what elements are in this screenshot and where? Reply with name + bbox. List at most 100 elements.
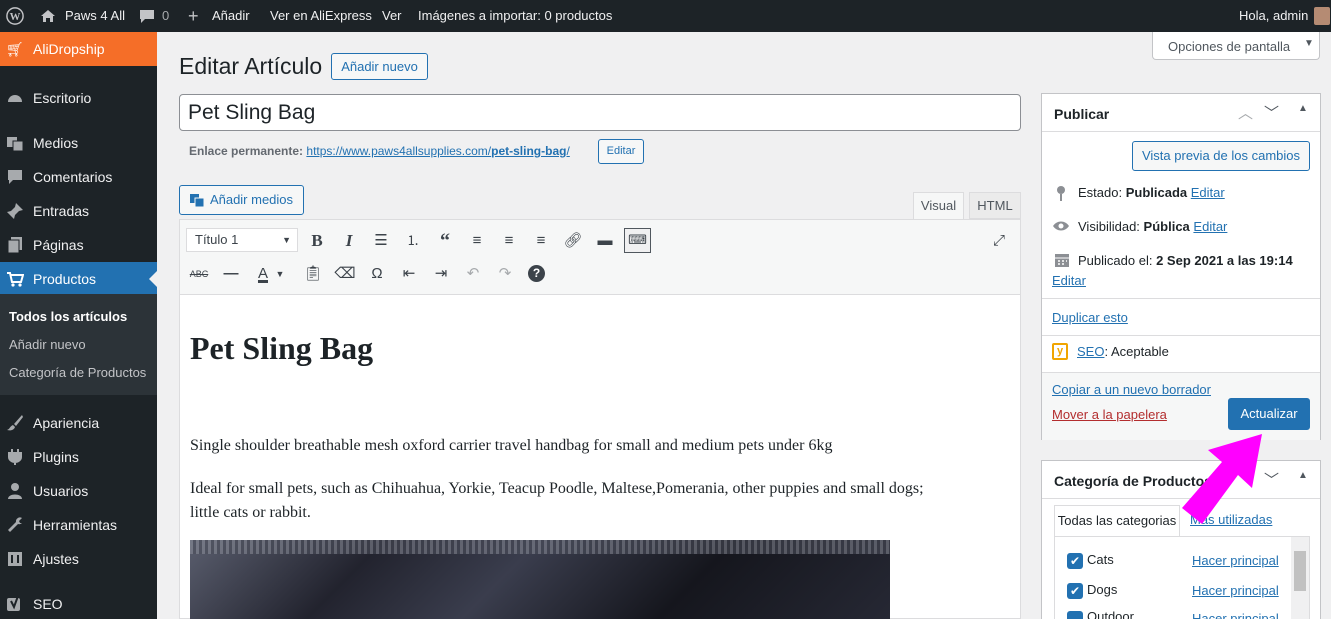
- undo-icon[interactable]: ↶: [462, 263, 484, 285]
- sidebar-item-label: Apariencia: [33, 415, 100, 431]
- copy-draft-link[interactable]: Copiar a un nuevo borrador: [1052, 382, 1211, 397]
- seo-row: SEO: Aceptable: [1077, 344, 1169, 359]
- status-value: Publicada: [1125, 185, 1188, 200]
- sidebar-item-usuarios[interactable]: Usuarios: [0, 474, 157, 508]
- add-new-button[interactable]: Añadir nuevo: [331, 53, 428, 80]
- permalink-end: /: [566, 144, 570, 158]
- sidebar-item-entradas[interactable]: Entradas: [0, 194, 157, 228]
- special-character-icon[interactable]: Ω: [366, 263, 388, 285]
- settings-icon: [8, 552, 22, 566]
- duplicate-link[interactable]: Duplicar esto: [1052, 310, 1128, 325]
- sidebar-item-label: Entradas: [33, 203, 90, 219]
- seo-link[interactable]: SEO: [1077, 344, 1104, 359]
- site-name-link[interactable]: Paws 4 All: [65, 0, 125, 32]
- dogs-checkbox[interactable]: ✔: [1067, 583, 1083, 599]
- make-primary-link[interactable]: Hacer principal: [1192, 611, 1279, 619]
- comment-icon[interactable]: [139, 9, 155, 24]
- submenu-item-all-articles[interactable]: Todos los artículos: [9, 309, 127, 324]
- sidebar-item-plugins[interactable]: Plugins: [0, 440, 157, 474]
- submenu-item-product-category[interactable]: Categoría de Productos: [9, 365, 146, 380]
- bullet-list-icon[interactable]: ☰: [370, 230, 392, 252]
- collapse-icon[interactable]: ▲: [1298, 103, 1308, 114]
- comments-count[interactable]: 0: [162, 0, 169, 32]
- avatar[interactable]: [1314, 7, 1330, 25]
- product-image[interactable]: [190, 540, 890, 619]
- move-up-icon[interactable]: ︿: [1238, 102, 1253, 123]
- wrench-icon: [8, 517, 22, 532]
- italic-icon[interactable]: I: [338, 230, 360, 252]
- tab-all-categories[interactable]: Todas las categorias: [1054, 505, 1180, 537]
- view-aliexpress-link[interactable]: Ver en AliExpress: [270, 0, 372, 32]
- numbered-list-icon[interactable]: ⒈: [402, 230, 424, 252]
- cats-checkbox[interactable]: ✔: [1067, 553, 1083, 569]
- sidebar-item-label: Plugins: [33, 449, 79, 465]
- add-media-icon: [190, 194, 205, 208]
- horizontal-line-icon[interactable]: —: [220, 263, 242, 285]
- edit-date-link[interactable]: Editar: [1052, 273, 1086, 288]
- permalink-row: Enlace permanente: https://www.paws4alls…: [189, 144, 570, 158]
- collapse-icon[interactable]: ▲: [1298, 470, 1308, 481]
- wordpress-logo-icon[interactable]: W: [6, 7, 24, 25]
- permalink-base: https://www.paws4allsupplies.com/: [306, 144, 492, 158]
- clear-formatting-icon[interactable]: ⌫: [334, 263, 356, 285]
- preview-changes-button[interactable]: Vista previa de los cambios: [1132, 141, 1310, 171]
- align-right-icon[interactable]: ≡: [530, 230, 552, 252]
- scrollbar[interactable]: [1291, 537, 1309, 619]
- trash-link[interactable]: Mover a la papelera: [1052, 407, 1167, 422]
- format-select[interactable]: Título 1 ▼: [186, 228, 298, 252]
- sidebar-item-apariencia[interactable]: Apariencia: [0, 406, 157, 440]
- move-down-icon[interactable]: ﹀: [1264, 102, 1279, 123]
- edit-visibility-link[interactable]: Editar: [1193, 219, 1227, 234]
- publish-box: Publicar ︿ ﹀ ▲ Vista previa de los cambi…: [1041, 93, 1321, 440]
- caret-down-icon: ▼: [282, 235, 291, 245]
- sidebar-item-label: Páginas: [33, 237, 84, 253]
- permalink-link[interactable]: https://www.paws4allsupplies.com/pet-sli…: [306, 144, 569, 158]
- outdoor-checkbox[interactable]: [1067, 611, 1083, 619]
- add-new-menu[interactable]: Añadir: [212, 0, 250, 32]
- add-media-button[interactable]: Añadir medios: [179, 185, 304, 215]
- greeting[interactable]: Hola, admin: [1239, 0, 1308, 32]
- screen-options-button[interactable]: Opciones de pantalla ▼: [1152, 32, 1320, 60]
- align-left-icon[interactable]: ≡: [466, 230, 488, 252]
- caret-down-icon[interactable]: ▼: [274, 263, 286, 285]
- sidebar-item-productos[interactable]: Productos: [0, 262, 157, 296]
- post-title-input[interactable]: [179, 94, 1021, 131]
- sidebar-item-escritorio[interactable]: Escritorio: [0, 81, 157, 115]
- tab-visual[interactable]: Visual: [913, 192, 964, 220]
- sidebar-item-herramientas[interactable]: Herramientas: [0, 508, 157, 542]
- cart-icon: 🛒︎: [6, 41, 24, 57]
- read-more-icon[interactable]: ▬: [594, 230, 616, 252]
- sidebar-item-medios[interactable]: Medios: [0, 126, 157, 160]
- edit-permalink-button[interactable]: Editar: [598, 139, 644, 164]
- indent-icon[interactable]: ⇥: [430, 263, 452, 285]
- help-icon[interactable]: ?: [528, 265, 545, 282]
- sidebar-item-label: Herramientas: [33, 517, 118, 533]
- sidebar-item-comentarios[interactable]: Comentarios: [0, 160, 157, 194]
- edit-status-link[interactable]: Editar: [1191, 185, 1225, 200]
- fullscreen-icon[interactable]: ⤢: [988, 230, 1010, 252]
- scrollbar-thumb[interactable]: [1294, 551, 1306, 591]
- paste-text-icon[interactable]: 📋︎: [302, 263, 324, 285]
- text-color-icon[interactable]: A: [252, 263, 274, 285]
- update-button[interactable]: Actualizar: [1228, 398, 1310, 430]
- publish-title: Publicar: [1054, 106, 1110, 122]
- align-center-icon[interactable]: ≡: [498, 230, 520, 252]
- sidebar-item-ajustes[interactable]: Ajustes: [0, 542, 157, 576]
- make-primary-link[interactable]: Hacer principal: [1192, 583, 1279, 598]
- sidebar-item-alidropship[interactable]: 🛒︎ AliDropship: [0, 32, 157, 66]
- bold-icon[interactable]: B: [306, 230, 328, 252]
- sidebar-item-seo[interactable]: SEO: [0, 587, 157, 619]
- sidebar-item-paginas[interactable]: Páginas: [0, 228, 157, 262]
- toolbar-toggle-icon[interactable]: ⌨︎: [624, 228, 651, 253]
- make-primary-link[interactable]: Hacer principal: [1192, 553, 1279, 568]
- link-icon[interactable]: 🔗︎: [562, 230, 584, 252]
- redo-icon[interactable]: ↷: [494, 263, 516, 285]
- images-to-import[interactable]: Imágenes a importar: 0 productos: [418, 0, 612, 32]
- submenu-item-add-new[interactable]: Añadir nuevo: [9, 337, 86, 352]
- outdent-icon[interactable]: ⇤: [398, 263, 420, 285]
- comments-icon: [8, 170, 22, 184]
- blockquote-icon[interactable]: “: [434, 230, 456, 252]
- strikethrough-icon[interactable]: ABC: [188, 263, 210, 285]
- view-link[interactable]: Ver: [382, 0, 402, 32]
- tab-html[interactable]: HTML: [969, 192, 1021, 219]
